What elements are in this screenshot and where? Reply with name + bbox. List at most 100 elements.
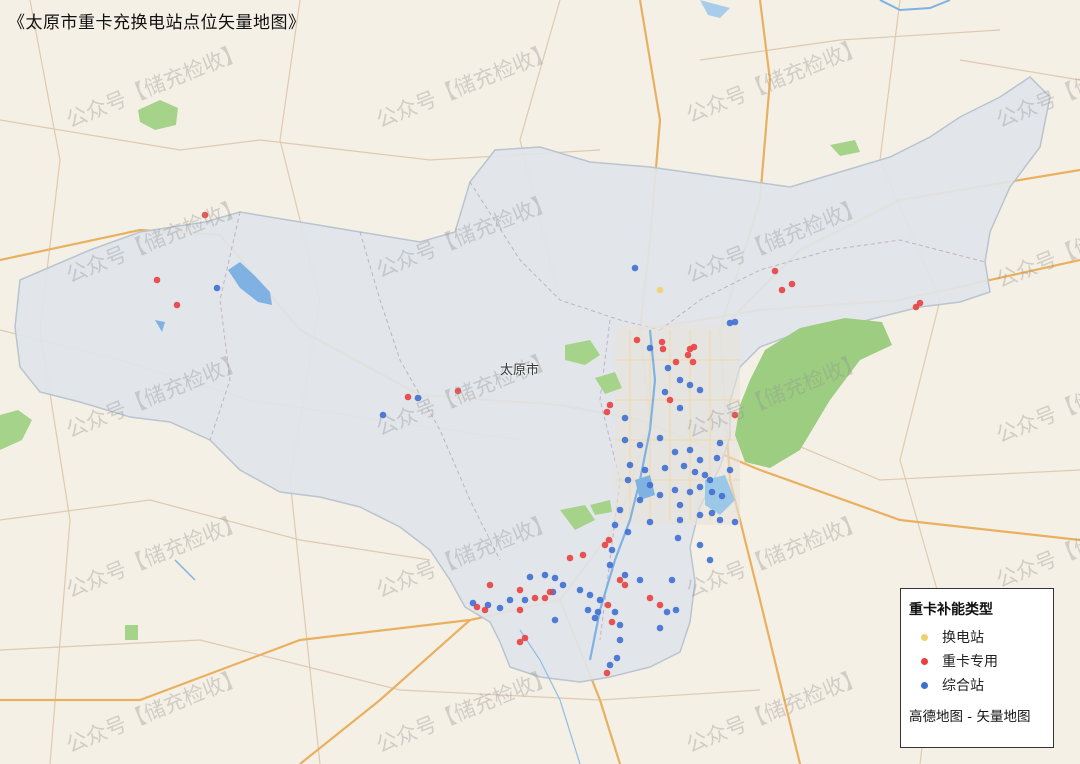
heavy-truck-station-marker[interactable]: [603, 669, 611, 677]
comprehensive-station-marker[interactable]: [613, 654, 621, 662]
comprehensive-station-marker[interactable]: [676, 516, 684, 524]
comprehensive-station-marker[interactable]: [726, 466, 734, 474]
comprehensive-station-marker[interactable]: [624, 476, 632, 484]
comprehensive-station-marker[interactable]: [611, 608, 619, 616]
comprehensive-station-marker[interactable]: [708, 488, 716, 496]
heavy-truck-station-marker[interactable]: [604, 601, 612, 609]
comprehensive-station-marker[interactable]: [621, 436, 629, 444]
map-canvas[interactable]: 公众号【储充检收】 公众号【储充检收】 公众号【储充检收】 公众号【储充检收】 …: [0, 0, 1080, 764]
comprehensive-station-marker[interactable]: [663, 608, 671, 616]
comprehensive-station-marker[interactable]: [551, 616, 559, 624]
comprehensive-station-marker[interactable]: [696, 456, 704, 464]
heavy-truck-station-marker[interactable]: [621, 581, 629, 589]
legend-item-comprehensive[interactable]: 综合站: [909, 673, 1045, 697]
comprehensive-station-marker[interactable]: [636, 496, 644, 504]
heavy-truck-station-marker[interactable]: [516, 638, 524, 646]
comprehensive-station-marker[interactable]: [551, 574, 559, 582]
comprehensive-station-marker[interactable]: [526, 573, 534, 581]
comprehensive-station-marker[interactable]: [621, 414, 629, 422]
comprehensive-station-marker[interactable]: [521, 596, 529, 604]
heavy-truck-station-marker[interactable]: [684, 351, 692, 359]
heavy-truck-station-marker[interactable]: [608, 618, 616, 626]
comprehensive-station-marker[interactable]: [696, 483, 704, 491]
comprehensive-station-marker[interactable]: [626, 461, 634, 469]
legend-item-swap[interactable]: 换电站: [909, 625, 1045, 649]
heavy-truck-station-marker[interactable]: [666, 396, 674, 404]
comprehensive-station-marker[interactable]: [646, 518, 654, 526]
comprehensive-station-marker[interactable]: [686, 446, 694, 454]
heavy-truck-station-marker[interactable]: [606, 401, 614, 409]
heavy-truck-station-marker[interactable]: [579, 551, 587, 559]
heavy-truck-station-marker[interactable]: [546, 588, 554, 596]
comprehensive-station-marker[interactable]: [718, 492, 726, 500]
comprehensive-station-marker[interactable]: [676, 501, 684, 509]
comprehensive-station-marker[interactable]: [624, 528, 632, 536]
comprehensive-station-marker[interactable]: [559, 581, 567, 589]
comprehensive-station-marker[interactable]: [611, 521, 619, 529]
heavy-truck-station-marker[interactable]: [153, 276, 161, 284]
comprehensive-station-marker[interactable]: [731, 318, 739, 326]
comprehensive-station-marker[interactable]: [656, 624, 664, 632]
comprehensive-station-marker[interactable]: [656, 491, 664, 499]
comprehensive-station-marker[interactable]: [686, 381, 694, 389]
comprehensive-station-marker[interactable]: [696, 541, 704, 549]
heavy-truck-station-marker[interactable]: [481, 606, 489, 614]
comprehensive-station-marker[interactable]: [616, 621, 624, 629]
comprehensive-station-marker[interactable]: [706, 476, 714, 484]
comprehensive-station-marker[interactable]: [414, 394, 422, 402]
comprehensive-station-marker[interactable]: [716, 439, 724, 447]
legend-item-heavy-truck[interactable]: 重卡专用: [909, 649, 1045, 673]
comprehensive-station-marker[interactable]: [606, 661, 614, 669]
comprehensive-station-marker[interactable]: [676, 404, 684, 412]
heavy-truck-station-marker[interactable]: [658, 338, 666, 346]
comprehensive-station-marker[interactable]: [708, 509, 716, 517]
heavy-truck-station-marker[interactable]: [659, 345, 667, 353]
comprehensive-station-marker[interactable]: [608, 546, 616, 554]
heavy-truck-station-marker[interactable]: [201, 211, 209, 219]
heavy-truck-station-marker[interactable]: [616, 576, 624, 584]
heavy-truck-station-marker[interactable]: [454, 387, 462, 395]
comprehensive-station-marker[interactable]: [661, 464, 669, 472]
comprehensive-station-marker[interactable]: [584, 606, 592, 614]
comprehensive-station-marker[interactable]: [676, 376, 684, 384]
comprehensive-station-marker[interactable]: [594, 608, 602, 616]
heavy-truck-station-marker[interactable]: [788, 280, 796, 288]
heavy-truck-station-marker[interactable]: [672, 358, 680, 366]
heavy-truck-station-marker[interactable]: [731, 411, 739, 419]
comprehensive-station-marker[interactable]: [621, 571, 629, 579]
heavy-truck-station-marker[interactable]: [173, 301, 181, 309]
comprehensive-station-marker[interactable]: [661, 388, 669, 396]
comprehensive-station-marker[interactable]: [680, 462, 688, 470]
comprehensive-station-marker[interactable]: [701, 471, 709, 479]
comprehensive-station-marker[interactable]: [646, 344, 654, 352]
comprehensive-station-marker[interactable]: [686, 488, 694, 496]
comprehensive-station-marker[interactable]: [672, 606, 680, 614]
comprehensive-station-marker[interactable]: [636, 441, 644, 449]
heavy-truck-station-marker[interactable]: [689, 358, 697, 366]
comprehensive-station-marker[interactable]: [716, 516, 724, 524]
comprehensive-station-marker[interactable]: [576, 586, 584, 594]
comprehensive-station-marker[interactable]: [469, 599, 477, 607]
comprehensive-station-marker[interactable]: [379, 411, 387, 419]
heavy-truck-station-marker[interactable]: [690, 343, 698, 351]
heavy-truck-station-marker[interactable]: [605, 536, 613, 544]
heavy-truck-station-marker[interactable]: [486, 581, 494, 589]
comprehensive-station-marker[interactable]: [674, 534, 682, 542]
comprehensive-station-marker[interactable]: [646, 481, 654, 489]
comprehensive-station-marker[interactable]: [671, 486, 679, 494]
comprehensive-station-marker[interactable]: [606, 561, 614, 569]
heavy-truck-station-marker[interactable]: [916, 299, 924, 307]
comprehensive-station-marker[interactable]: [616, 506, 624, 514]
heavy-truck-station-marker[interactable]: [603, 408, 611, 416]
comprehensive-station-marker[interactable]: [496, 604, 504, 612]
heavy-truck-station-marker[interactable]: [516, 586, 524, 594]
comprehensive-station-marker[interactable]: [668, 576, 676, 584]
heavy-truck-station-marker[interactable]: [566, 554, 574, 562]
heavy-truck-station-marker[interactable]: [516, 606, 524, 614]
heavy-truck-station-marker[interactable]: [771, 267, 779, 275]
comprehensive-station-marker[interactable]: [713, 454, 721, 462]
comprehensive-station-marker[interactable]: [586, 591, 594, 599]
comprehensive-station-marker[interactable]: [506, 596, 514, 604]
comprehensive-station-marker[interactable]: [541, 571, 549, 579]
comprehensive-station-marker[interactable]: [706, 556, 714, 564]
